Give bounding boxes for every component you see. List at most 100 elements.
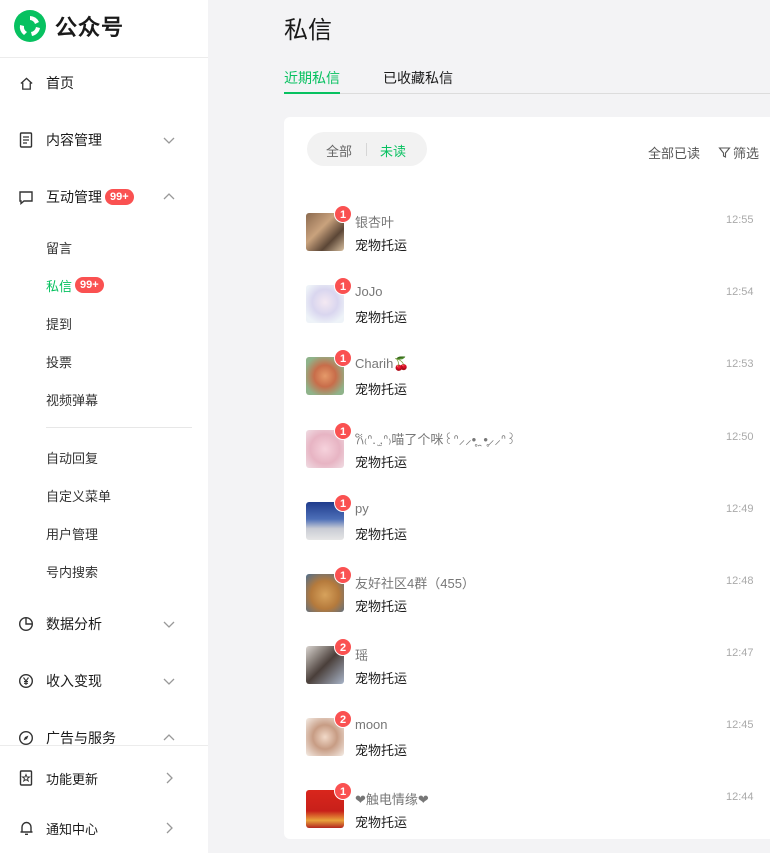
read-filter-segment: 全部 未读 [307, 132, 427, 166]
message-preview: 宠物托运 [355, 743, 408, 758]
sender-name: Charih🍒 [355, 356, 410, 371]
sender-name: 友好社区4群（455） [355, 576, 475, 591]
sidebar-item-monetize[interactable]: 收入变现 [0, 663, 208, 699]
message-time: 12:54 [726, 286, 754, 298]
chevron-down-icon [163, 137, 175, 144]
mark-all-read-button[interactable]: 全部已读 [648, 143, 700, 162]
message-time: 12:44 [726, 791, 754, 803]
message-row[interactable]: 1 ❤触电情缘❤ 宠物托运 12:44 [284, 782, 770, 839]
message-row[interactable]: 1 JoJo 宠物托运 12:54 [284, 277, 770, 345]
sidebar-item-label: 首页 [46, 75, 74, 91]
filter-all-button[interactable]: 全部 [326, 141, 352, 160]
message-preview: 宠物托运 [355, 815, 408, 830]
sidebar-item-label: 通知中心 [46, 821, 99, 837]
message-preview: 宠物托运 [355, 455, 408, 470]
message-time: 12:48 [726, 575, 754, 587]
chat-icon [18, 189, 34, 205]
sidebar-item-analytics[interactable]: 数据分析 [0, 606, 208, 642]
sender-name: 瑶 [355, 648, 369, 663]
sidebar-subitem-auto-reply[interactable]: 自动回复 [46, 443, 98, 471]
sender-name: moon [355, 717, 388, 732]
wechat-official-logo-icon [14, 10, 46, 42]
pie-chart-icon [18, 616, 34, 632]
message-preview: 宠物托运 [355, 527, 408, 542]
sidebar-subitem-danmaku[interactable]: 视频弹幕 [46, 385, 98, 413]
sidebar-item-label: 收入变现 [46, 673, 102, 689]
sidebar: 公众号 首页 内容管理 互动管理 99+ 留言 私信 99+ 提到 投票 视频弹… [0, 0, 208, 853]
message-preview: 宠物托运 [355, 382, 408, 397]
sidebar-subitem-comments[interactable]: 留言 [46, 233, 72, 261]
divider [0, 57, 208, 58]
funnel-icon [718, 147, 731, 158]
message-preview: 宠物托运 [355, 671, 408, 686]
sidebar-item-notifications[interactable]: 通知中心 [0, 810, 208, 846]
sidebar-item-updates[interactable]: 功能更新 [0, 760, 208, 796]
message-time: 12:53 [726, 358, 754, 370]
page-title: 私信 [284, 17, 332, 44]
message-time: 12:47 [726, 647, 754, 659]
sidebar-item-label: 内容管理 [46, 132, 102, 148]
filter-label: 筛选 [733, 146, 760, 161]
message-time: 12:55 [726, 214, 754, 226]
message-row[interactable]: 1 Charih🍒 宠物托运 12:53 [284, 349, 770, 417]
home-icon [18, 75, 34, 91]
sender-name: 𐙚₍ᐢ. ̫.ᐢ₎喵了个咪꒰ᐢ⸝⸝•̥ ̯ •̥⸝⸝ᐢ꒱ [355, 432, 517, 447]
app-name: 公众号 [55, 15, 125, 40]
message-time: 12:49 [726, 503, 754, 515]
divider [366, 143, 367, 156]
unread-count-badge: 2 [334, 638, 352, 656]
sidebar-subitem-messages[interactable]: 私信 99+ [46, 271, 104, 299]
chevron-down-icon [163, 678, 175, 685]
sidebar-subitem-votes[interactable]: 投票 [46, 347, 72, 375]
sidebar-item-home[interactable]: 首页 [0, 65, 208, 101]
message-time: 12:50 [726, 431, 754, 443]
unread-badge: 99+ [75, 277, 104, 293]
sender-name: ❤触电情缘❤ [355, 792, 429, 807]
sidebar-item-interaction[interactable]: 互动管理 99+ [0, 179, 208, 215]
message-row[interactable]: 2 moon 宠物托运 12:45 [284, 710, 770, 778]
tab-bar: 近期私信 已收藏私信 [284, 66, 770, 94]
message-row[interactable]: 1 𐙚₍ᐢ. ̫.ᐢ₎喵了个咪꒰ᐢ⸝⸝•̥ ̯ •̥⸝⸝ᐢ꒱ 宠物托运 12:5… [284, 422, 770, 490]
tab-saved-messages[interactable]: 已收藏私信 [383, 68, 453, 94]
message-time: 12:45 [726, 719, 754, 731]
sidebar-subitem-users[interactable]: 用户管理 [46, 519, 98, 547]
filter-unread-button[interactable]: 未读 [380, 141, 406, 160]
chevron-right-icon [166, 772, 173, 784]
sender-name: 银杏叶 [355, 215, 395, 230]
tab-recent-messages[interactable]: 近期私信 [284, 68, 340, 94]
bell-icon [18, 820, 34, 836]
sidebar-item-label: 互动管理 [46, 189, 102, 205]
chevron-right-icon [166, 822, 173, 834]
divider [46, 427, 192, 428]
message-preview: 宠物托运 [355, 238, 408, 253]
sidebar-subitem-custom-menu[interactable]: 自定义菜单 [46, 481, 111, 509]
message-row[interactable]: 1 银杏叶 宠物托运 12:55 [284, 205, 770, 273]
compass-icon [18, 730, 34, 746]
update-icon [18, 770, 34, 786]
sidebar-item-label: 功能更新 [46, 771, 99, 787]
document-icon [18, 132, 34, 148]
sender-name: JoJo [355, 284, 383, 299]
message-preview: 宠物托运 [355, 310, 408, 325]
sidebar-item-content[interactable]: 内容管理 [0, 122, 208, 158]
sidebar-subitem-search[interactable]: 号内搜索 [46, 557, 98, 585]
message-preview: 宠物托运 [355, 599, 408, 614]
message-row[interactable]: 1 py 宠物托运 12:49 [284, 494, 770, 562]
sidebar-item-label: 数据分析 [46, 616, 102, 632]
unread-count-badge: 1 [334, 566, 352, 584]
sidebar-subitem-mentions[interactable]: 提到 [46, 309, 72, 337]
sidebar-footer: 功能更新 通知中心 [0, 745, 208, 853]
unread-count-badge: 1 [334, 349, 352, 367]
unread-count-badge: 1 [334, 205, 352, 223]
unread-count-badge: 1 [334, 277, 352, 295]
chevron-up-icon [163, 734, 175, 741]
unread-count-badge: 1 [334, 494, 352, 512]
unread-count-badge: 2 [334, 710, 352, 728]
chevron-down-icon [163, 621, 175, 628]
message-row[interactable]: 1 友好社区4群（455） 宠物托运 12:48 [284, 566, 770, 634]
sender-name: py [355, 501, 369, 516]
message-row[interactable]: 2 瑶 宠物托运 12:47 [284, 638, 770, 706]
filter-button[interactable]: 筛选 [718, 143, 759, 162]
logo[interactable]: 公众号 [13, 8, 124, 44]
unread-badge: 99+ [105, 189, 134, 205]
